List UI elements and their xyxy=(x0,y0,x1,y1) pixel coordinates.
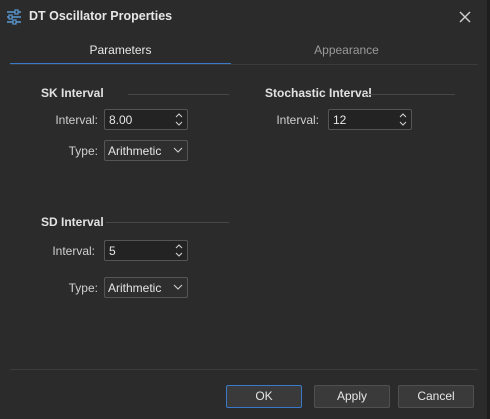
title-bar[interactable]: DT Oscillator Properties xyxy=(0,0,490,34)
sk-interval-label: Interval: xyxy=(55,113,98,127)
footer-divider xyxy=(10,369,478,370)
stochastic-interval-divider xyxy=(365,94,455,95)
apply-button[interactable]: Apply xyxy=(314,385,390,408)
sd-interval-label: Interval: xyxy=(52,244,95,258)
dialog-title: DT Oscillator Properties xyxy=(29,9,173,23)
sk-type-label: Type: xyxy=(68,144,98,158)
sliders-icon xyxy=(7,9,21,25)
chevron-down-icon[interactable] xyxy=(174,120,184,128)
chevron-down-icon xyxy=(173,284,183,290)
stochastic-interval-value[interactable]: 12 xyxy=(333,113,346,127)
chevron-down-icon xyxy=(173,147,183,153)
sk-interval-value[interactable]: 8.00 xyxy=(109,113,132,127)
close-icon[interactable] xyxy=(456,8,474,26)
sk-type-value: Arithmetic xyxy=(108,144,162,158)
properties-dialog: DT Oscillator Properties Parameters Appe… xyxy=(0,0,490,419)
sk-interval-divider xyxy=(128,94,229,95)
sk-interval-heading: SK Interval xyxy=(41,86,104,100)
tab-parameters[interactable]: Parameters xyxy=(10,36,231,65)
sd-interval-value[interactable]: 5 xyxy=(109,244,116,258)
ok-button[interactable]: OK xyxy=(226,385,302,408)
sd-type-select[interactable]: Arithmetic xyxy=(104,277,188,298)
sd-interval-divider xyxy=(106,222,229,223)
sd-interval-heading: SD Interval xyxy=(41,215,104,229)
sk-type-select[interactable]: Arithmetic xyxy=(104,140,188,161)
chevron-down-icon[interactable] xyxy=(398,120,408,128)
tab-appearance[interactable]: Appearance xyxy=(231,36,462,64)
tab-bar: Parameters Appearance xyxy=(10,36,478,65)
chevron-down-icon[interactable] xyxy=(174,251,184,259)
stochastic-interval-label: Interval: xyxy=(276,113,319,127)
tab-divider xyxy=(10,64,478,65)
cancel-button[interactable]: Cancel xyxy=(398,385,474,408)
chevron-up-icon[interactable] xyxy=(398,111,408,119)
sk-interval-spinbox[interactable]: 8.00 xyxy=(104,109,188,130)
stochastic-interval-heading: Stochastic Interval xyxy=(265,86,372,100)
chevron-up-icon[interactable] xyxy=(174,111,184,119)
sd-interval-spinbox[interactable]: 5 xyxy=(104,240,188,261)
chevron-up-icon[interactable] xyxy=(174,242,184,250)
stochastic-interval-spinbox[interactable]: 12 xyxy=(328,109,412,130)
sd-type-value: Arithmetic xyxy=(108,281,162,295)
sd-type-label: Type: xyxy=(68,281,98,295)
